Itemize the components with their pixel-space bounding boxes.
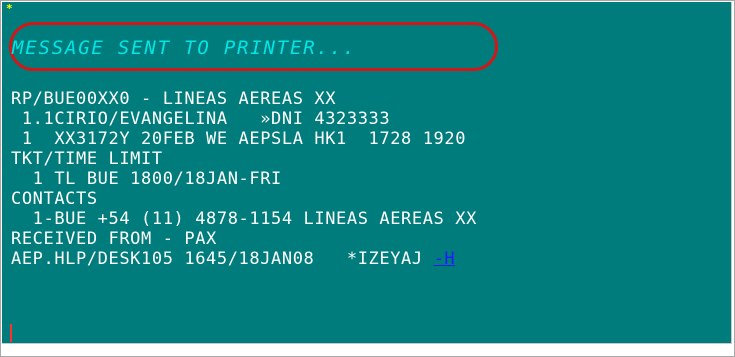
terminal-line-record-locator: RP/BUE00XX0 - LINEAS AEREAS XX [11,89,337,109]
terminal-line-contact: 1-BUE +54 (11) 4878-1154 LINEAS AEREAS X… [11,209,477,229]
terminal-screen[interactable]: * MESSAGE SENT TO PRINTER... RP/BUE00XX0… [2,2,732,344]
terminal-line-contacts-header: CONTACTS [11,189,98,209]
terminal-line-passenger: 1.1CIRIO/EVANGELINA »DNI 4323333 [11,109,391,129]
terminal-line-agent: AEP.HLP/DESK105 1645/18JAN08 *IZEYAJ -H [11,249,455,269]
terminal-line-time-limit: 1 TL BUE 1800/18JAN-FRI [11,169,282,189]
window-frame: * MESSAGE SENT TO PRINTER... RP/BUE00XX0… [0,0,735,357]
agent-line-text: AEP.HLP/DESK105 1645/18JAN08 *IZEYAJ [11,249,434,269]
terminal-line-received-from: RECEIVED FROM - PAX [11,229,217,249]
terminal-line-segment: 1 XX3172Y 20FEB WE AEPSLA HK1 1728 1920 [11,129,467,149]
terminal-line-ticket-header: TKT/TIME LIMIT [11,149,163,169]
text-cursor [10,324,12,342]
history-link[interactable]: -H [434,249,456,269]
cursor-marker: * [6,2,13,15]
status-message: MESSAGE SENT TO PRINTER... [12,37,357,59]
